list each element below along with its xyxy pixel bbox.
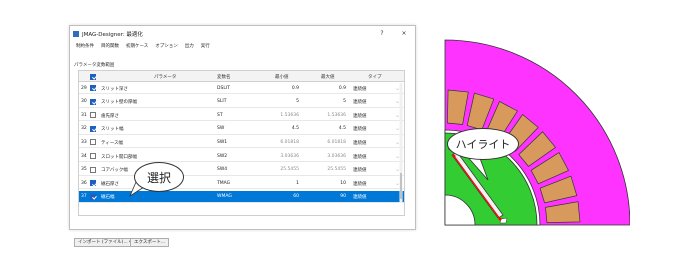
help-button[interactable]: ? <box>371 30 393 37</box>
type-select[interactable]: 連続値 <box>353 126 367 132</box>
row-number: 30 <box>81 99 87 105</box>
var-name: SW4 <box>217 167 228 173</box>
type-select[interactable]: 連続値 <box>353 86 367 92</box>
var-name: SW2 <box>217 153 228 159</box>
row-checkbox[interactable] <box>90 180 96 187</box>
param-name: 磁石幅 <box>101 195 115 201</box>
max-value[interactable]: 25.5455 <box>316 167 346 172</box>
row-checkbox[interactable] <box>90 125 96 132</box>
type-select[interactable]: 連続値 <box>353 113 367 119</box>
row-number: 36 <box>81 180 87 186</box>
tab-objective[interactable]: 目的関数 <box>101 43 119 49</box>
tab-constraints[interactable]: 制約条件 <box>76 43 94 49</box>
header-parameter: パラメータ <box>154 75 177 80</box>
optimization-dialog: JMAG-Designer: 最適化 ? × 制約条件 目的関数 初期ケース オ… <box>69 25 416 247</box>
min-value[interactable]: 4.5 <box>269 126 299 131</box>
export-button[interactable]: エクスポート... <box>130 238 170 247</box>
row-checkbox[interactable] <box>90 85 96 91</box>
table-row[interactable]: 30 スリット壁の厚幅 SLIT 5 5 連続値 ⌵ <box>79 96 404 108</box>
min-value[interactable]: 25.5455 <box>269 167 299 172</box>
app-icon <box>73 30 79 37</box>
tab-run[interactable]: 実行 <box>201 43 210 49</box>
tab-output[interactable]: 出力 <box>185 43 194 49</box>
row-number: 33 <box>81 139 87 145</box>
type-select[interactable]: 連続値 <box>353 99 367 105</box>
table-row[interactable]: 29 スリット深さ DSLIT 0.9 0.9 連続値 ⌵ <box>79 82 404 94</box>
row-checkbox[interactable] <box>90 193 96 200</box>
highlight-callout: ハイライト <box>447 128 519 160</box>
max-value[interactable]: 10 <box>316 181 346 186</box>
param-name: スロット開口部幅 <box>101 154 137 160</box>
param-name: スリット幅 <box>101 127 124 133</box>
header-max: 最大値 <box>321 75 335 80</box>
import-button[interactable]: インポート (ファイル)... ▾ <box>74 238 136 247</box>
group-label: パラメータ変数範囲 <box>74 63 115 68</box>
var-name: TMAG <box>217 180 231 186</box>
header-type: タイプ <box>368 75 382 80</box>
table-header: パラメータ 変数名 最小値 最大値 タイプ <box>79 71 404 82</box>
min-value[interactable]: 1.53636 <box>269 113 299 118</box>
type-select[interactable]: 連続値 <box>353 167 367 173</box>
row-number: 37 <box>81 194 87 200</box>
row-checkbox[interactable] <box>90 166 96 173</box>
var-name: SLIT <box>217 99 227 105</box>
var-name: ST <box>217 112 223 118</box>
select-callout: 選択 <box>134 162 184 192</box>
min-value[interactable]: 1 <box>269 181 299 186</box>
max-value[interactable]: 90 <box>316 194 346 199</box>
param-name: 歯先厚さ <box>101 113 119 119</box>
type-select[interactable]: 連続値 <box>353 154 367 160</box>
select-all-checkbox[interactable] <box>90 73 96 80</box>
param-name: ティース幅 <box>101 140 124 146</box>
vertical-scrollbar[interactable] <box>399 83 403 203</box>
var-name: DSLIT <box>217 85 230 91</box>
var-name: SW1 <box>217 139 228 145</box>
max-value[interactable]: 3.03636 <box>316 154 346 159</box>
type-select[interactable]: 連続値 <box>353 194 367 200</box>
tab-initial-case[interactable]: 初期ケース <box>126 43 148 49</box>
row-number: 29 <box>81 85 87 91</box>
max-value[interactable]: 6.01818 <box>316 140 346 145</box>
close-button[interactable]: × <box>393 30 415 37</box>
title-bar: JMAG-Designer: 最適化 ? × <box>70 26 415 41</box>
param-name: スリット深さ <box>101 86 128 92</box>
min-value[interactable]: 3.03636 <box>269 154 299 159</box>
table-row[interactable]: 33 ティース幅 SW1 6.01818 6.01818 連続値 ⌵ <box>79 136 404 149</box>
row-number: 32 <box>81 126 87 132</box>
max-value[interactable]: 1.53636 <box>316 113 346 118</box>
row-number: 34 <box>81 153 87 159</box>
type-select[interactable]: 連続値 <box>353 181 367 187</box>
tab-options[interactable]: オプション <box>155 43 178 49</box>
row-checkbox[interactable] <box>90 112 96 119</box>
type-select[interactable]: 連続値 <box>353 140 367 146</box>
table-row[interactable]: 32 スリット幅 SW 4.5 4.5 連続値 ⌵ <box>79 123 404 135</box>
row-checkbox[interactable] <box>90 153 96 159</box>
row-checkbox[interactable] <box>90 98 96 105</box>
var-name: SW <box>217 126 225 132</box>
min-value[interactable]: 0.9 <box>269 86 299 91</box>
row-checkbox[interactable] <box>90 139 96 146</box>
min-value[interactable]: 60 <box>269 194 299 199</box>
param-name: スリット壁の厚幅 <box>101 100 137 106</box>
header-variable: 変数名 <box>217 75 231 80</box>
max-value[interactable]: 5 <box>316 99 346 104</box>
tab-bar: 制約条件 目的関数 初期ケース オプション 出力 実行 <box>70 41 415 51</box>
row-number: 31 <box>81 112 87 118</box>
param-name: コアバック幅 <box>101 168 128 174</box>
min-value[interactable]: 5 <box>269 99 299 104</box>
table-row[interactable]: 31 歯先厚さ ST 1.53636 1.53636 連続値 ⌵ <box>79 109 404 122</box>
max-value[interactable]: 4.5 <box>316 126 346 131</box>
max-value[interactable]: 0.9 <box>316 86 346 91</box>
var-name: WMAG <box>217 194 232 200</box>
param-name: 磁石厚さ <box>101 181 119 187</box>
min-value[interactable]: 6.01818 <box>269 140 299 145</box>
row-number: 35 <box>81 167 87 173</box>
header-min: 最小値 <box>275 75 289 80</box>
window-title: JMAG-Designer: 最適化 <box>82 31 143 38</box>
